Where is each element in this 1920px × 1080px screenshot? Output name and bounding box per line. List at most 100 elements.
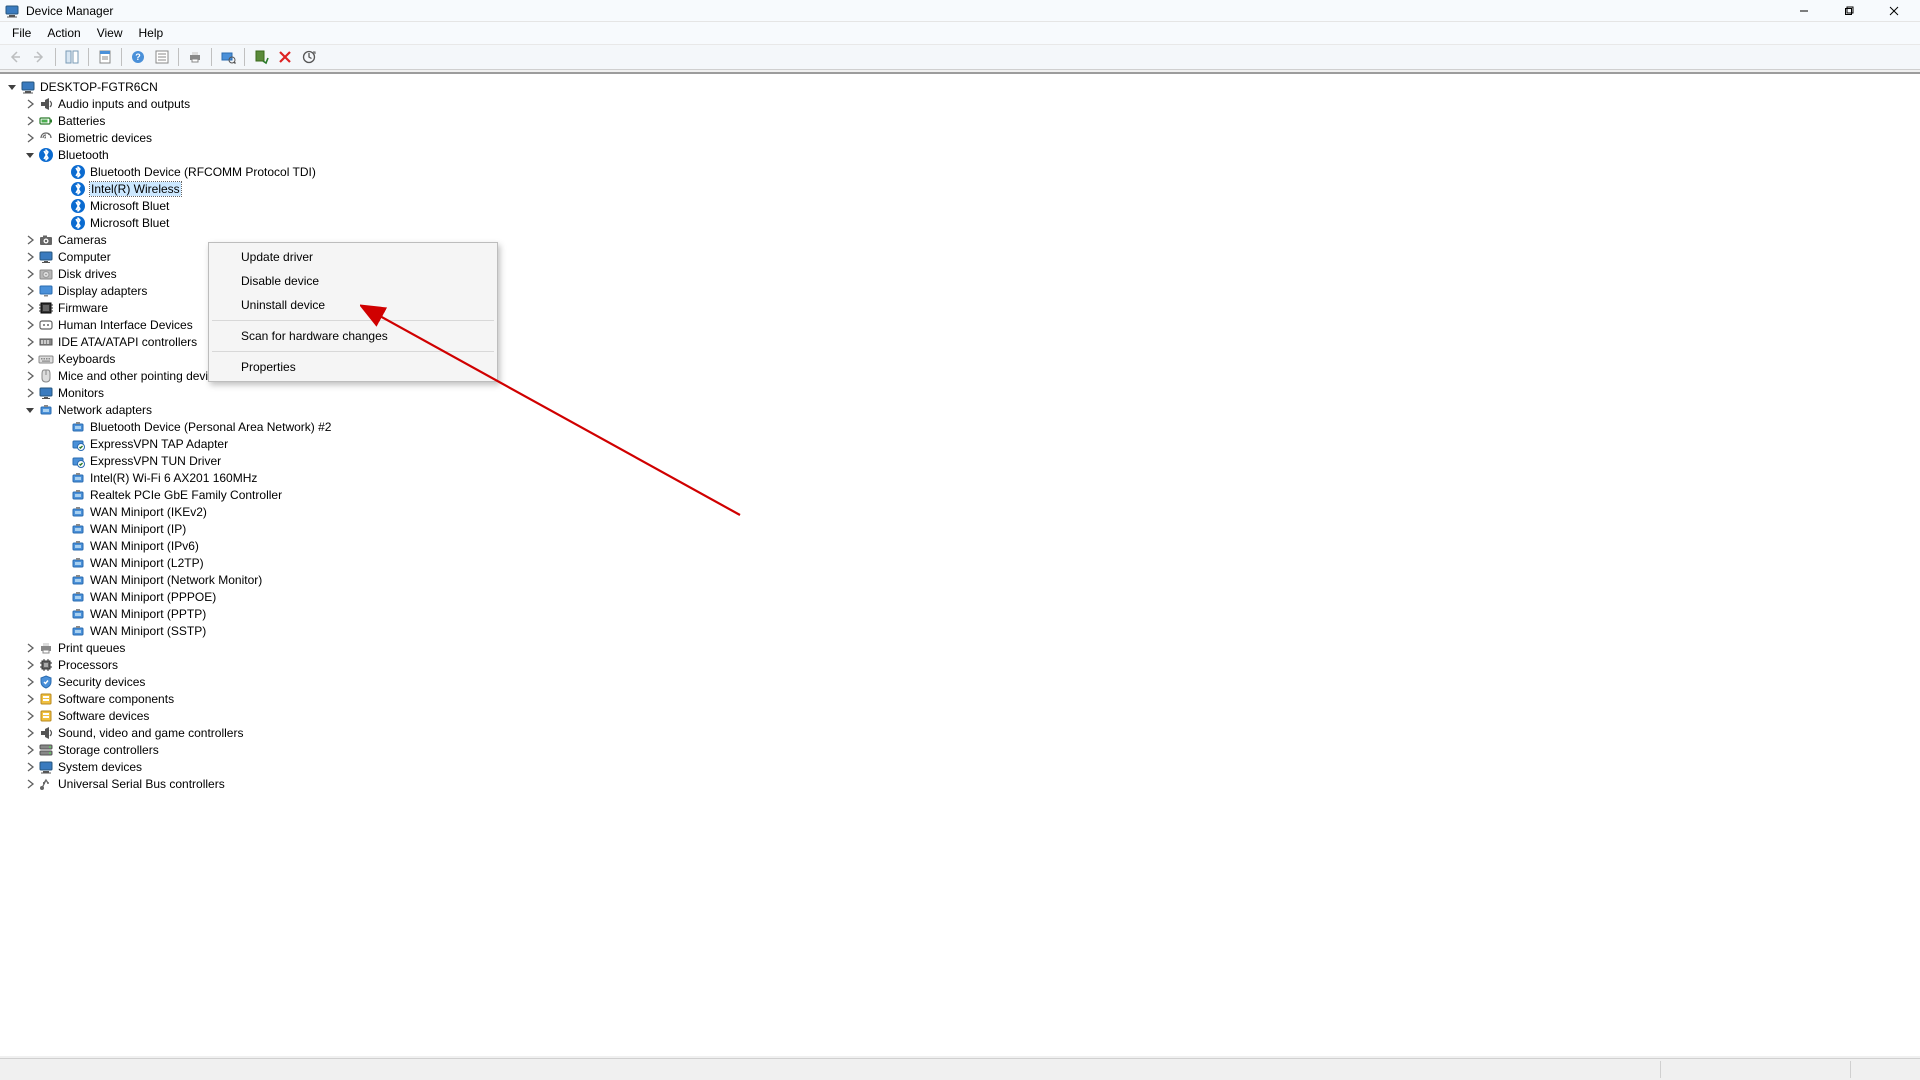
expander-icon[interactable] [24, 370, 36, 382]
tree-device-net11[interactable]: WAN Miniport (PPTP) [0, 605, 1920, 622]
print-button[interactable] [184, 46, 206, 68]
tree-device-net12[interactable]: WAN Miniport (SSTP) [0, 622, 1920, 639]
tree-device-net4[interactable]: Realtek PCIe GbE Family Controller [0, 486, 1920, 503]
tree-device-net10[interactable]: WAN Miniport (PPPOE) [0, 588, 1920, 605]
tree-category-printqueues[interactable]: Print queues [0, 639, 1920, 656]
expander-icon[interactable] [24, 642, 36, 654]
tree-device-net8[interactable]: WAN Miniport (L2TP) [0, 554, 1920, 571]
expander-icon[interactable] [24, 268, 36, 280]
expander-icon[interactable] [24, 744, 36, 756]
computer-icon [38, 249, 54, 265]
minimize-button[interactable] [1781, 0, 1826, 22]
tree-category-audio[interactable]: Audio inputs and outputs [0, 95, 1920, 112]
ctx-properties[interactable]: Properties [211, 355, 495, 379]
usb-icon [38, 776, 54, 792]
bluetooth-icon [70, 215, 86, 231]
ctx-uninstall-device[interactable]: Uninstall device [211, 293, 495, 317]
menu-file[interactable]: File [4, 24, 39, 42]
disable-device-button[interactable] [274, 46, 296, 68]
scan-hardware-button[interactable] [217, 46, 239, 68]
category-label: Cameras [58, 233, 107, 247]
expander-icon[interactable] [24, 761, 36, 773]
tree-device-net6[interactable]: WAN Miniport (IP) [0, 520, 1920, 537]
expander-icon[interactable] [24, 302, 36, 314]
action-menu-button[interactable] [151, 46, 173, 68]
tree-category-monitors[interactable]: Monitors [0, 384, 1920, 401]
menu-view[interactable]: View [89, 24, 131, 42]
tree-category-security[interactable]: Security devices [0, 673, 1920, 690]
expander-icon[interactable] [24, 387, 36, 399]
expander-icon[interactable] [24, 98, 36, 110]
titlebar: Device Manager [0, 0, 1920, 22]
maximize-button[interactable] [1826, 0, 1871, 22]
expander-icon[interactable] [24, 404, 36, 416]
tree-category-processors[interactable]: Processors [0, 656, 1920, 673]
tree-category-sound[interactable]: Sound, video and game controllers [0, 724, 1920, 741]
close-button[interactable] [1871, 0, 1916, 22]
tree-device-bt0[interactable]: Bluetooth Device (RFCOMM Protocol TDI) [0, 163, 1920, 180]
biometric-icon [38, 130, 54, 146]
ctx-scan-hardware[interactable]: Scan for hardware changes [211, 324, 495, 348]
expander-icon[interactable] [24, 710, 36, 722]
device-label: WAN Miniport (IKEv2) [90, 505, 207, 519]
nav-forward-button[interactable] [28, 46, 50, 68]
nav-back-button[interactable] [4, 46, 26, 68]
expander-icon[interactable] [24, 778, 36, 790]
system-icon [38, 759, 54, 775]
help-button[interactable]: ? [127, 46, 149, 68]
ctx-disable-device[interactable]: Disable device [211, 269, 495, 293]
expander-icon[interactable] [24, 115, 36, 127]
device-label: WAN Miniport (SSTP) [90, 624, 206, 638]
update-driver-button[interactable] [298, 46, 320, 68]
tree-device-net3[interactable]: Intel(R) Wi-Fi 6 AX201 160MHz [0, 469, 1920, 486]
tree-device-net0[interactable]: Bluetooth Device (Personal Area Network)… [0, 418, 1920, 435]
tree-device-net7[interactable]: WAN Miniport (IPv6) [0, 537, 1920, 554]
expander-icon[interactable] [24, 234, 36, 246]
properties-button[interactable] [94, 46, 116, 68]
tree-device-bt3[interactable]: Microsoft Bluet [0, 214, 1920, 231]
tree-device-net1[interactable]: ExpressVPN TAP Adapter [0, 435, 1920, 452]
menu-help[interactable]: Help [131, 24, 172, 42]
category-label: Mice and other pointing devices [58, 369, 227, 383]
expander-icon[interactable] [24, 676, 36, 688]
software-icon [38, 691, 54, 707]
expander-icon[interactable] [24, 727, 36, 739]
tree-root[interactable]: DESKTOP-FGTR6CN [0, 78, 1920, 95]
context-menu: Update driver Disable device Uninstall d… [208, 242, 498, 382]
printer-icon [38, 640, 54, 656]
tree-category-batteries[interactable]: Batteries [0, 112, 1920, 129]
tree-category-sysdev[interactable]: System devices [0, 758, 1920, 775]
audio-icon [38, 725, 54, 741]
tree-category-bluetooth[interactable]: Bluetooth [0, 146, 1920, 163]
expander-icon[interactable] [6, 81, 18, 93]
tree-device-net2[interactable]: ExpressVPN TUN Driver [0, 452, 1920, 469]
expander-icon[interactable] [24, 251, 36, 263]
tree-device-bt2[interactable]: Microsoft Bluet [0, 197, 1920, 214]
tree-device-net5[interactable]: WAN Miniport (IKEv2) [0, 503, 1920, 520]
ctx-update-driver[interactable]: Update driver [211, 245, 495, 269]
tree-device-bt1-selected[interactable]: Intel(R) Wireless [0, 180, 1920, 197]
tree-category-usb[interactable]: Universal Serial Bus controllers [0, 775, 1920, 792]
expander-icon[interactable] [24, 285, 36, 297]
expander-icon[interactable] [24, 659, 36, 671]
tree-category-swcomp[interactable]: Software components [0, 690, 1920, 707]
network-icon [70, 521, 86, 537]
expander-icon[interactable] [24, 693, 36, 705]
device-label: WAN Miniport (Network Monitor) [90, 573, 262, 587]
enable-device-button[interactable] [250, 46, 272, 68]
tree-category-network[interactable]: Network adapters [0, 401, 1920, 418]
tree-category-storage[interactable]: Storage controllers [0, 741, 1920, 758]
device-tree-container[interactable]: DESKTOP-FGTR6CN Audio inputs and outputs… [0, 72, 1920, 1056]
category-label: Disk drives [58, 267, 117, 281]
tree-category-swdev[interactable]: Software devices [0, 707, 1920, 724]
expander-icon[interactable] [24, 149, 36, 161]
network-icon [38, 402, 54, 418]
menu-action[interactable]: Action [39, 24, 88, 42]
expander-icon[interactable] [24, 319, 36, 331]
expander-icon[interactable] [24, 353, 36, 365]
expander-icon[interactable] [24, 132, 36, 144]
tree-device-net9[interactable]: WAN Miniport (Network Monitor) [0, 571, 1920, 588]
show-hide-tree-button[interactable] [61, 46, 83, 68]
tree-category-biometric[interactable]: Biometric devices [0, 129, 1920, 146]
expander-icon[interactable] [24, 336, 36, 348]
